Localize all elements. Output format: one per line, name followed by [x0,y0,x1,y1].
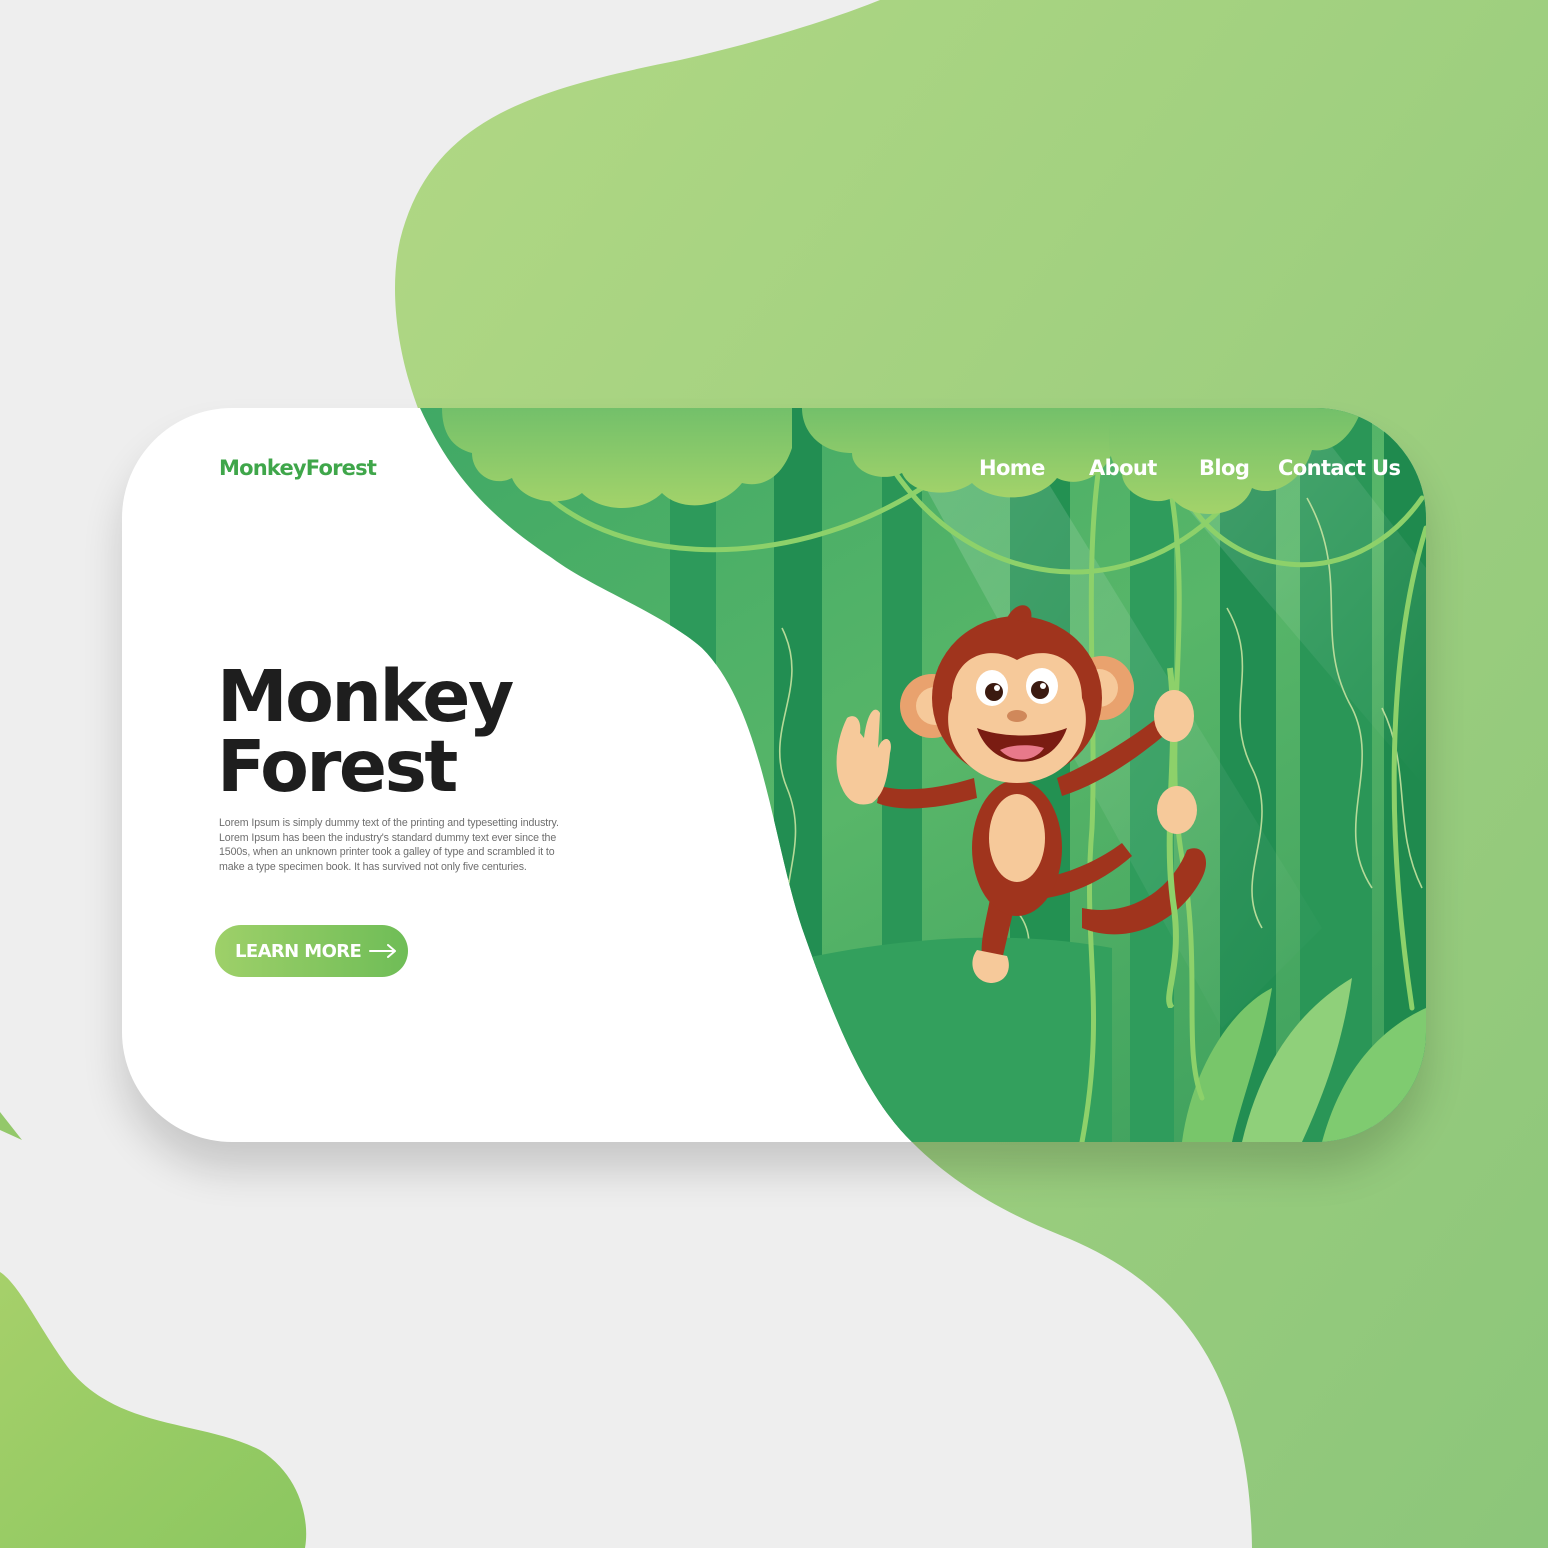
hero-title-line1: Monkey [217,655,514,738]
small-green-blob [0,1272,307,1548]
learn-more-label: LEARN MORE [235,940,362,962]
arrow-right-icon [369,944,397,958]
nav-link-blog[interactable]: Blog [1199,456,1250,480]
hero-description: Lorem Ipsum is simply dummy text of the … [219,817,559,874]
nav-link-home[interactable]: Home [979,456,1045,480]
hero-title: Monkey Forest [217,655,514,808]
main-nav: Home About Blog Contact Us [122,456,1426,486]
monkey-illustration [836,605,1207,1008]
landing-card: MonkeyForest Home About Blog Contact Us … [122,408,1426,1142]
learn-more-button[interactable]: LEARN MORE [215,925,408,977]
hero-title-line2: Forest [217,725,458,808]
leaf-tip [0,1112,22,1140]
nav-link-contact-us[interactable]: Contact Us [1278,456,1401,480]
nav-link-about[interactable]: About [1089,456,1157,480]
